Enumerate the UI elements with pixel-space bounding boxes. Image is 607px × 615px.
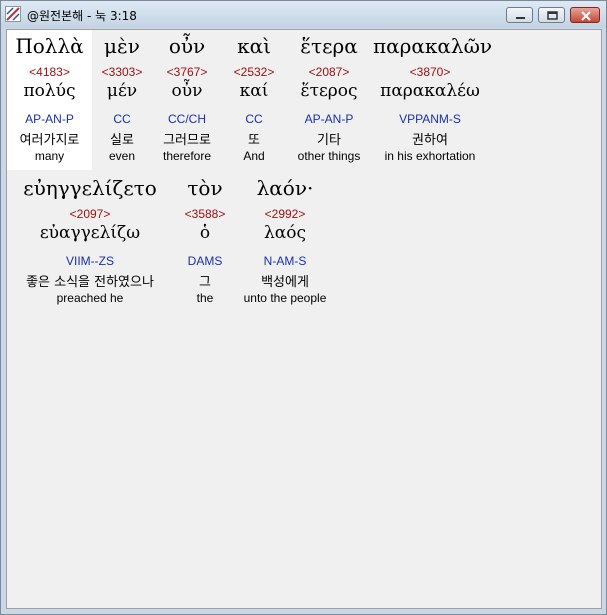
morph-code: VIIM--ZS xyxy=(66,254,114,268)
greek-word: ἕτερα xyxy=(300,34,358,58)
title-bar[interactable]: @원전본해 - 눅 3:18 xyxy=(1,1,606,28)
english-gloss: in his exhortation xyxy=(384,149,476,163)
korean-gloss: 또 xyxy=(248,133,260,148)
strong-number: <2087> xyxy=(308,65,350,79)
strong-number: <2532> xyxy=(233,65,275,79)
interlinear-view: Πολλὰ <4183> πολύς AP-AN-P 여러가지로 many μὲ… xyxy=(6,29,602,609)
lemma: οὖν xyxy=(171,81,203,101)
close-button[interactable] xyxy=(570,7,600,23)
lemma: εὐαγγελίζω xyxy=(39,223,141,243)
lemma: πολύς xyxy=(23,81,76,101)
korean-gloss: 여러가지로 xyxy=(19,133,80,148)
word-cell[interactable]: τὸν <3588> ὁ DAMS 그 the xyxy=(175,172,235,312)
morph-code: VPPANM-S xyxy=(399,112,461,126)
english-gloss: preached he xyxy=(56,291,124,305)
korean-gloss: 권하여 xyxy=(412,133,448,148)
app-icon xyxy=(5,6,21,22)
lemma: λαός xyxy=(263,223,306,243)
morph-code: N-AM-S xyxy=(263,254,307,268)
english-gloss: therefore xyxy=(162,149,212,163)
word-cell[interactable]: οὖν <3767> οὖν CC/CH 그러므로 therefore xyxy=(153,30,221,170)
lemma: μέν xyxy=(106,81,138,101)
morph-code: CC xyxy=(113,112,131,126)
greek-word: τὸν xyxy=(187,176,223,200)
morph-code: AP-AN-P xyxy=(25,112,74,126)
app-window: @원전본해 - 눅 3:18 Πολλὰ <4183> πολύς AP-AN-… xyxy=(0,0,607,615)
korean-gloss: 백성에게 xyxy=(261,275,309,290)
strong-number: <3767> xyxy=(166,65,208,79)
greek-word: παρακαλῶν xyxy=(373,34,493,58)
greek-word: καὶ xyxy=(237,34,271,58)
korean-gloss: 실로 xyxy=(110,133,134,148)
morph-code: DAMS xyxy=(187,254,223,268)
lemma: ἕτερος xyxy=(300,81,358,101)
greek-word: οὖν xyxy=(168,34,206,58)
strong-number: <2992> xyxy=(264,207,306,221)
korean-gloss: 그러므로 xyxy=(163,133,211,148)
lemma: παρακαλέω xyxy=(380,81,480,101)
lemma: καί xyxy=(239,81,269,101)
word-cell[interactable]: καὶ <2532> καί CC 또 And xyxy=(225,30,283,170)
korean-gloss: 그 xyxy=(199,275,211,290)
window-title: @원전본해 - 눅 3:18 xyxy=(27,9,137,23)
strong-number: <3588> xyxy=(184,207,226,221)
english-gloss: unto the people xyxy=(243,291,327,305)
word-cell[interactable]: λαόν· <2992> λαός N-AM-S 백성에게 unto the p… xyxy=(237,172,333,312)
strong-number: <2097> xyxy=(69,207,111,221)
word-cell[interactable]: εὐηγγελίζετο <2097> εὐαγγελίζω VIIM--ZS … xyxy=(7,172,173,312)
maximize-button[interactable] xyxy=(538,7,565,23)
strong-number: <3870> xyxy=(409,65,451,79)
english-gloss: other things xyxy=(297,149,361,163)
korean-gloss: 좋은 소식을 전하였으나 xyxy=(26,275,154,290)
korean-gloss: 기타 xyxy=(317,133,341,148)
word-cell[interactable]: μὲν <3303> μέν CC 실로 even xyxy=(93,30,151,170)
english-gloss: many xyxy=(34,149,65,163)
strong-number: <3303> xyxy=(101,65,143,79)
english-gloss: And xyxy=(243,149,265,163)
greek-word: λαόν· xyxy=(256,176,314,200)
english-gloss: the xyxy=(196,291,214,305)
word-cell[interactable]: Πολλὰ <4183> πολύς AP-AN-P 여러가지로 many xyxy=(7,30,92,170)
lemma: ὁ xyxy=(199,223,211,243)
greek-word: εὐηγγελίζετο xyxy=(23,176,157,200)
english-gloss: even xyxy=(108,149,136,163)
morph-code: CC xyxy=(245,112,263,126)
morph-code: CC/CH xyxy=(168,112,206,126)
morph-code: AP-AN-P xyxy=(304,112,354,126)
strong-number: <4183> xyxy=(29,65,70,79)
word-cell[interactable]: παρακαλῶν <3870> παρακαλέω VPPANM-S 권하여 … xyxy=(373,30,493,170)
minimize-button[interactable] xyxy=(506,7,533,23)
greek-word: μὲν xyxy=(104,34,140,58)
word-cell[interactable]: ἕτερα <2087> ἕτερος AP-AN-P 기타 other thi… xyxy=(285,30,373,170)
greek-word: Πολλὰ xyxy=(15,34,84,58)
